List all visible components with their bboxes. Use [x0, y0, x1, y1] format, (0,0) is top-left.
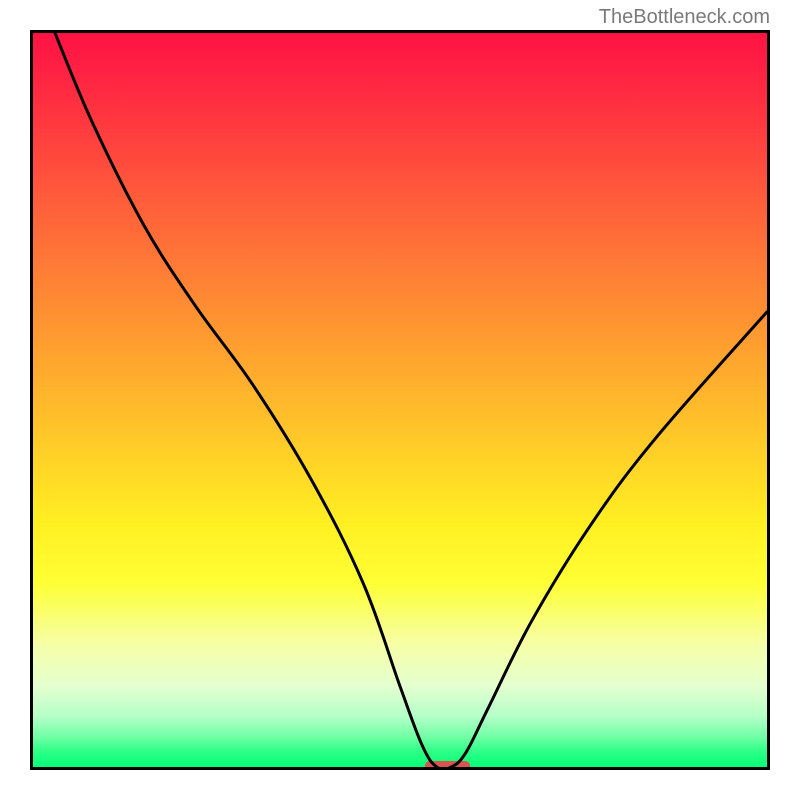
curve-layer [33, 33, 767, 767]
bottleneck-chart: TheBottleneck.com [0, 0, 800, 800]
attribution-label: TheBottleneck.com [599, 6, 770, 29]
bottleneck-curve [55, 33, 767, 767]
plot-area [30, 30, 770, 770]
